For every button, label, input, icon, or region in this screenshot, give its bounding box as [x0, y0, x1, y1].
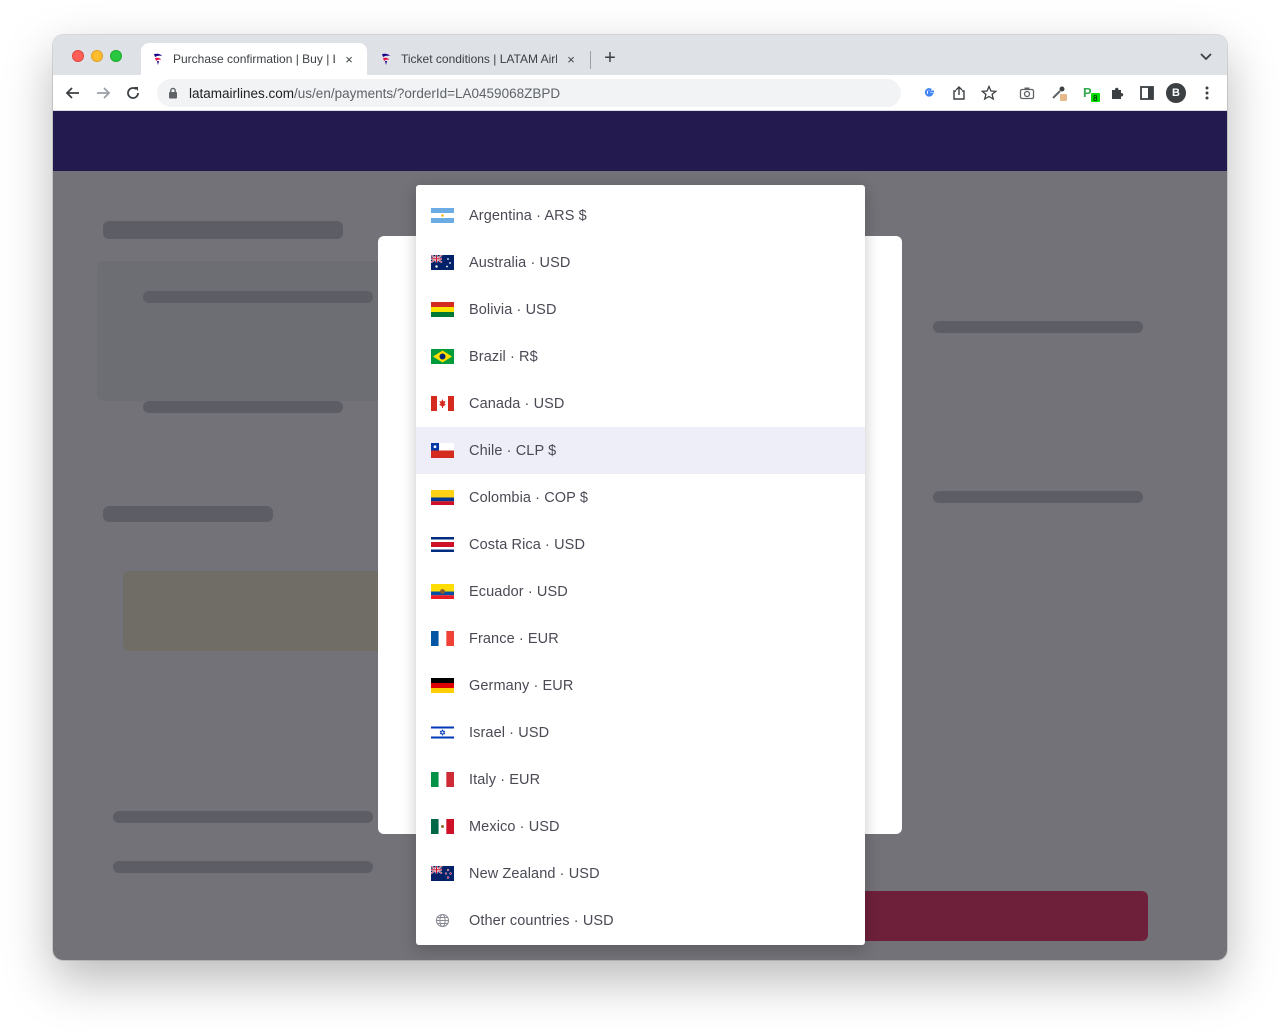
latam-favicon-icon [154, 53, 162, 65]
p-extension-icon: P8 [1083, 85, 1100, 102]
country-option-label: Mexico · USD [469, 818, 560, 835]
google-lens-icon[interactable] [919, 83, 939, 103]
argentina-flag-icon [431, 208, 454, 223]
eyedropper-icon [1052, 86, 1067, 101]
mexico-flag-icon [431, 819, 454, 834]
brazil-flag-icon [431, 349, 454, 364]
country-option[interactable]: Costa Rica · USD [416, 521, 865, 568]
country-option-label: Australia · USD [469, 254, 571, 271]
reload-button[interactable] [121, 81, 145, 105]
bolivia-flag-icon [431, 302, 454, 317]
canada-flag-icon [431, 396, 454, 411]
country-currency-dropdown[interactable]: Argentina · ARS $ Australia · USD Bolivia … [416, 185, 865, 945]
lock-icon [169, 87, 177, 99]
page-content: Argentina · ARS $ Australia · USD Bolivia … [53, 111, 1227, 960]
country-option[interactable]: Other countries · USD [416, 897, 865, 944]
tab-bar: Purchase confirmation | Buy | L × Ticket… [53, 35, 1227, 75]
israel-flag-icon [431, 725, 454, 740]
country-option-label: France · EUR [469, 630, 559, 647]
country-option[interactable]: Colombia · COP $ [416, 474, 865, 521]
country-option-label: Chile · CLP $ [469, 442, 557, 459]
italy-flag-icon [431, 772, 454, 787]
star-icon [981, 85, 997, 101]
tab-search-chevron-icon[interactable] [1197, 47, 1215, 65]
latam-favicon-icon [382, 53, 390, 65]
forward-arrow-icon [97, 87, 111, 99]
close-window-button[interactable] [72, 50, 84, 62]
costa-rica-flag-icon [431, 537, 454, 552]
reload-icon [127, 87, 139, 99]
country-option[interactable]: New Zealand · USD [416, 850, 865, 897]
country-option[interactable]: Bolivia · USD [416, 286, 865, 333]
country-option[interactable]: Ecuador · USD [416, 568, 865, 615]
country-option-label: New Zealand · USD [469, 865, 600, 882]
country-option-label: Bolivia · USD [469, 301, 557, 318]
country-option[interactable]: Israel · USD [416, 709, 865, 756]
browser-menu-button[interactable] [1197, 83, 1217, 103]
country-option[interactable]: Germany · EUR [416, 662, 865, 709]
country-option-label: Germany · EUR [469, 677, 574, 694]
globe-icon [435, 913, 450, 928]
p-extension[interactable]: P8 [1081, 83, 1101, 103]
country-option-label: Argentina · ARS $ [469, 207, 587, 224]
browser-window: Purchase confirmation | Buy | L × Ticket… [53, 35, 1227, 960]
australia-flag-icon [431, 255, 454, 270]
side-panel-icon [1140, 86, 1154, 100]
side-panel-button[interactable] [1137, 83, 1157, 103]
country-option[interactable]: France · EUR [416, 615, 865, 662]
country-option[interactable]: Chile · CLP $ [416, 427, 865, 474]
colombia-flag-icon [431, 490, 454, 505]
ecuador-flag-icon [431, 584, 454, 599]
url-host: latamairlines.com [189, 85, 295, 101]
tab-separator [590, 51, 591, 69]
forward-button[interactable] [91, 81, 115, 105]
country-option-label: Costa Rica · USD [469, 536, 586, 553]
camera-icon [1019, 87, 1035, 100]
france-flag-icon [431, 631, 454, 646]
kebab-menu-icon [1205, 86, 1209, 100]
country-option-label: Italy · EUR [469, 771, 541, 788]
new-tab-button[interactable]: + [599, 47, 621, 69]
country-option-label: Brazil · R$ [469, 348, 538, 365]
new-zealand-flag-icon [431, 866, 454, 881]
tab-ticket-conditions[interactable]: Ticket conditions | LATAM Airli × [369, 43, 589, 75]
country-option-label: Israel · USD [469, 724, 550, 741]
germany-flag-icon [431, 678, 454, 693]
country-option-label: Ecuador · USD [469, 583, 568, 600]
back-button[interactable] [61, 81, 85, 105]
country-option[interactable]: Italy · EUR [416, 756, 865, 803]
extensions-button[interactable] [1107, 83, 1127, 103]
minimize-window-button[interactable] [91, 50, 103, 62]
country-option-label: Colombia · COP $ [469, 489, 588, 506]
profile-button[interactable]: B [1166, 83, 1186, 103]
puzzle-icon [1112, 87, 1124, 99]
country-option[interactable]: Canada · USD [416, 380, 865, 427]
avatar: B [1166, 83, 1186, 103]
browser-toolbar: latamairlines.com/us/en/payments/?orderI… [53, 75, 1227, 111]
close-tab-icon[interactable]: × [341, 52, 357, 67]
zoom-window-button[interactable] [110, 50, 122, 62]
google-g-icon [924, 88, 934, 97]
country-option-label: Canada · USD [469, 395, 565, 412]
tab-purchase-confirmation[interactable]: Purchase confirmation | Buy | L × [141, 43, 367, 75]
tab-title: Purchase confirmation | Buy | L [173, 52, 335, 66]
svg-text:P: P [1083, 85, 1092, 100]
tab-title: Ticket conditions | LATAM Airli [401, 52, 557, 66]
address-bar[interactable]: latamairlines.com/us/en/payments/?orderI… [157, 79, 901, 107]
back-arrow-icon [65, 87, 79, 99]
bookmark-button[interactable] [979, 83, 999, 103]
country-option[interactable]: Argentina · ARS $ [416, 192, 865, 239]
country-option[interactable]: Mexico · USD [416, 803, 865, 850]
country-option[interactable]: Brazil · R$ [416, 333, 865, 380]
chile-flag-icon [431, 443, 454, 458]
share-button[interactable] [949, 83, 969, 103]
country-option[interactable]: Australia · USD [416, 239, 865, 286]
screenshot-extension[interactable] [1017, 83, 1037, 103]
svg-text:8: 8 [1093, 94, 1098, 102]
close-tab-icon[interactable]: × [563, 52, 579, 67]
share-icon [953, 86, 965, 100]
eyedropper-extension[interactable] [1049, 83, 1069, 103]
url-path: /us/en/payments/?orderId=LA0459068ZBPD [294, 85, 561, 101]
country-option-label: Other countries · USD [469, 912, 614, 929]
